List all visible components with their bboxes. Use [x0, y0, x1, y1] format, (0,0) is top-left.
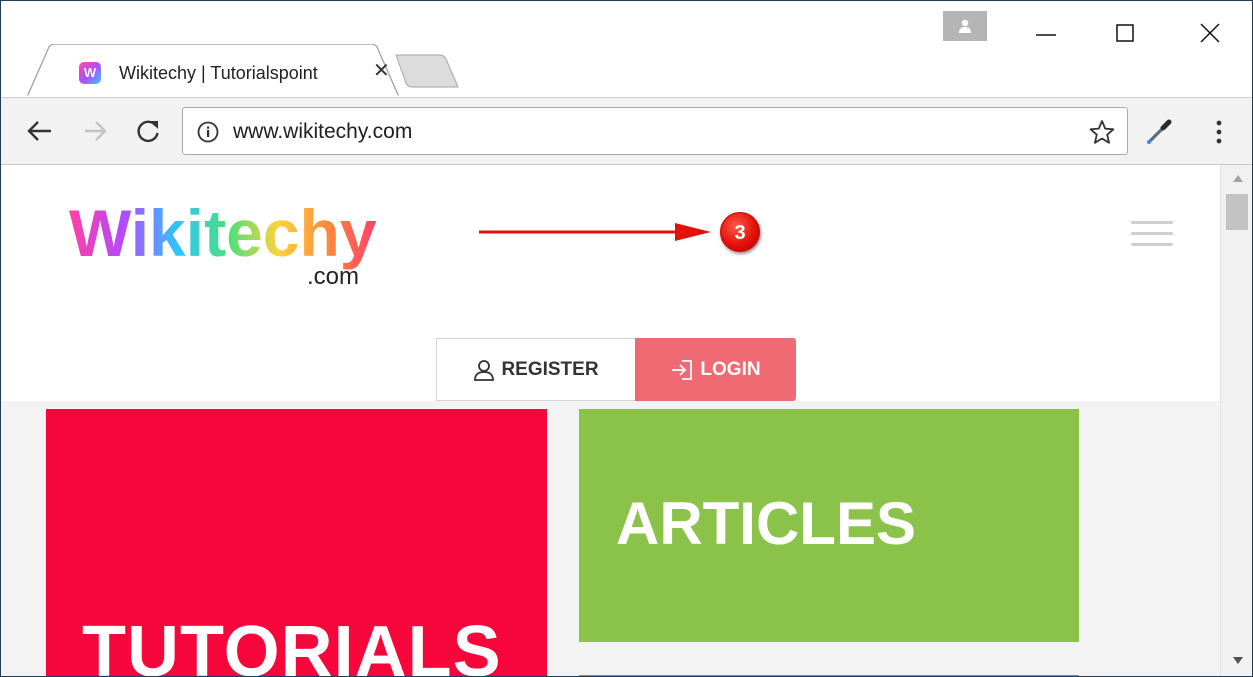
tab-title: Wikitechy | Tutorialspoint [119, 63, 318, 83]
vertical-scrollbar[interactable] [1220, 165, 1252, 676]
reload-icon[interactable] [133, 116, 163, 146]
site-header: Wikitechy .com 3 REGISTER LOGIN [1, 165, 1220, 401]
login-button[interactable]: LOGIN [635, 338, 796, 401]
browser-toolbar: www.wikitechy.com [1, 97, 1252, 165]
title-bar: W Wikitechy | Tutorialspoint ✕ [1, 1, 1252, 97]
register-label: REGISTER [501, 358, 599, 380]
maximize-icon[interactable] [1102, 13, 1148, 43]
wikitechy-favicon-icon: W [79, 62, 101, 84]
articles-tile[interactable]: ARTICLES [579, 409, 1079, 642]
articles-tile-label: ARTICLES [616, 490, 916, 557]
forward-arrow-icon[interactable] [81, 116, 111, 146]
auth-buttons: REGISTER LOGIN [436, 338, 796, 401]
eyedropper-icon[interactable] [1144, 115, 1176, 147]
annotation-arrow-icon [479, 223, 711, 241]
tutorials-tile[interactable]: TUTORIALS [46, 409, 547, 677]
logo-brand-text: Wikitechy [69, 196, 377, 270]
new-tab-button[interactable] [394, 53, 460, 89]
scroll-up-arrow-icon[interactable] [1232, 174, 1244, 184]
register-button[interactable]: REGISTER [436, 338, 635, 401]
browser-tab[interactable]: W Wikitechy | Tutorialspoint ✕ [27, 44, 399, 97]
wikitechy-logo[interactable]: Wikitechy .com [67, 190, 407, 290]
bookmark-star-icon[interactable] [1089, 119, 1115, 145]
user-icon [474, 359, 495, 381]
scroll-thumb[interactable] [1226, 194, 1248, 230]
hamburger-menu-icon[interactable] [1131, 221, 1173, 251]
login-label: LOGIN [700, 358, 761, 380]
scroll-down-arrow-icon[interactable] [1232, 655, 1244, 665]
tutorials-tile-label: TUTORIALS [82, 612, 502, 677]
profile-icon [959, 19, 971, 33]
step-number-badge: 3 [720, 212, 760, 252]
minimize-icon[interactable] [1023, 13, 1069, 43]
browser-window: W Wikitechy | Tutorialspoint ✕ www.wikit… [0, 0, 1253, 677]
url-text[interactable]: www.wikitechy.com [233, 120, 412, 144]
login-icon [672, 359, 693, 380]
tab-close-icon[interactable]: ✕ [373, 60, 390, 82]
close-icon[interactable] [1187, 13, 1233, 43]
logo-domain-text: .com [307, 263, 359, 290]
page-viewport: Wikitechy .com 3 REGISTER LOGIN TUTORIAL… [1, 165, 1220, 677]
profile-button[interactable] [943, 11, 987, 41]
address-bar[interactable]: www.wikitechy.com [182, 107, 1128, 155]
menu-dots-icon[interactable] [1207, 116, 1231, 148]
info-icon[interactable] [197, 121, 219, 143]
back-arrow-icon[interactable] [25, 116, 55, 146]
